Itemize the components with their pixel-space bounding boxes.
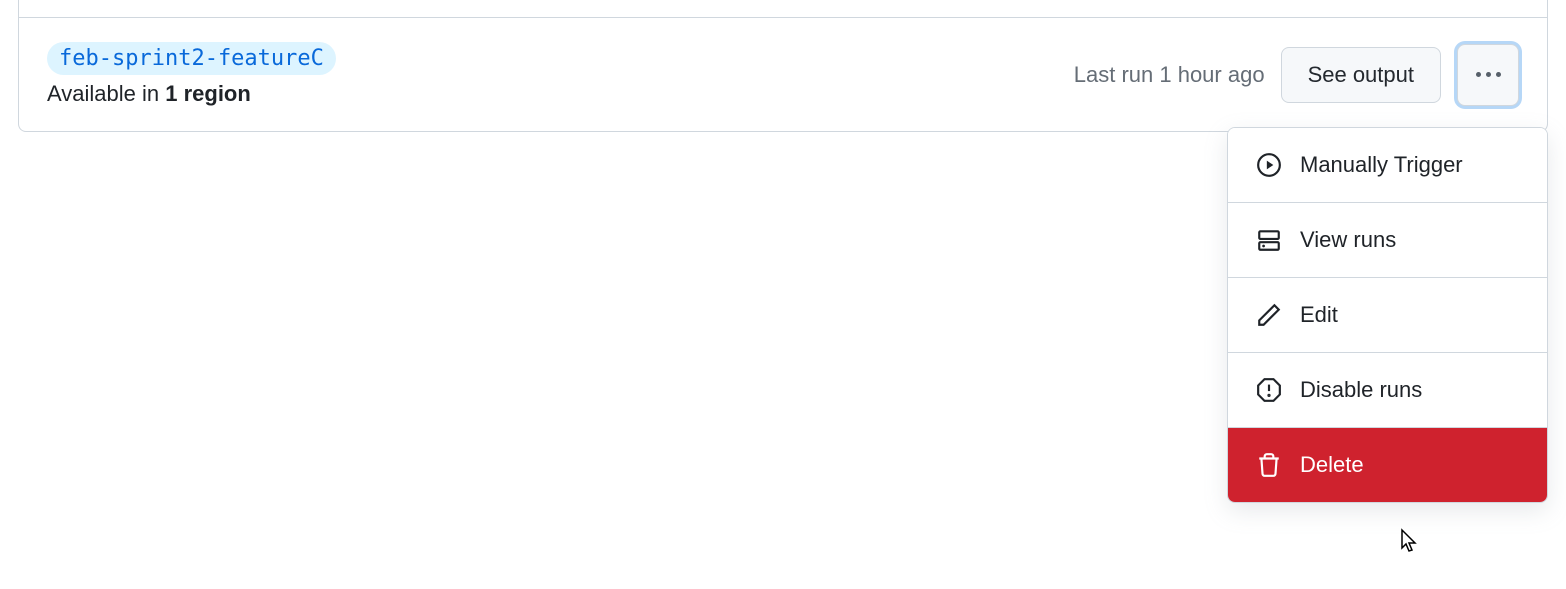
cursor-pointer-icon [1394,528,1420,563]
more-actions-button[interactable] [1457,44,1519,106]
play-circle-icon [1256,152,1282,178]
previous-card-edge [18,0,1548,18]
server-icon [1256,227,1282,253]
menu-item-label: Edit [1300,302,1338,328]
menu-item-label: View runs [1300,227,1396,253]
menu-item-label: Manually Trigger [1300,152,1463,178]
actions-dropdown: Manually Trigger View runs Edit Dis [1227,127,1548,503]
trash-icon [1256,452,1282,478]
menu-item-edit[interactable]: Edit [1228,278,1547,353]
alert-octagon-icon [1256,377,1282,403]
function-row: feb-sprint2-featureC Available in 1 regi… [18,18,1548,132]
availability-text: Available in 1 region [47,81,1058,107]
dots-horizontal-icon [1476,72,1501,77]
menu-item-view-runs[interactable]: View runs [1228,203,1547,278]
menu-item-label: Delete [1300,452,1364,478]
menu-item-delete[interactable]: Delete [1228,428,1547,502]
function-tag: feb-sprint2-featureC [47,42,336,75]
function-info: feb-sprint2-featureC Available in 1 regi… [47,42,1058,107]
see-output-button[interactable]: See output [1281,47,1441,103]
menu-item-label: Disable runs [1300,377,1422,403]
availability-prefix: Available in [47,81,165,106]
pencil-icon [1256,302,1282,328]
menu-item-manually-trigger[interactable]: Manually Trigger [1228,128,1547,203]
availability-count: 1 region [165,81,251,106]
last-run-text: Last run 1 hour ago [1074,62,1265,88]
menu-item-disable-runs[interactable]: Disable runs [1228,353,1547,428]
